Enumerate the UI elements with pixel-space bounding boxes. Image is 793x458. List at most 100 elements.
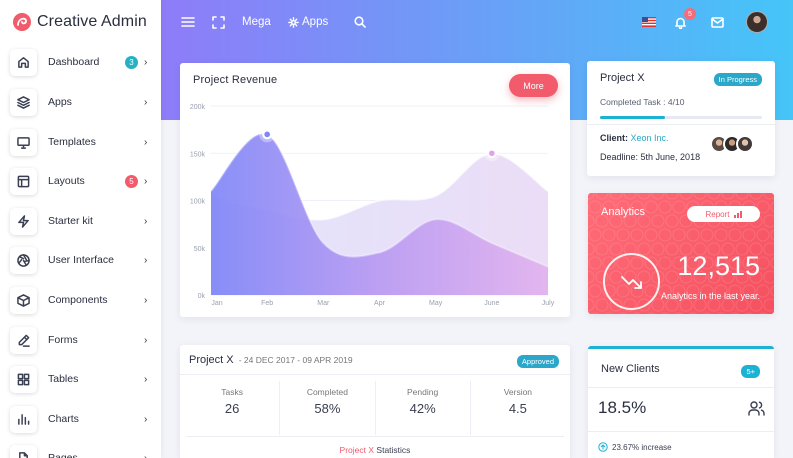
search-button[interactable] [354,0,366,44]
sidebar-item-apps[interactable]: Apps › [10,88,152,116]
sidebar-item-user-interface[interactable]: User Interface › [10,246,152,274]
sidebar-item-label: Apps [48,96,72,108]
pattern-ring [688,312,698,314]
stat-label: Pending [407,387,439,397]
pattern-ring [730,312,740,314]
pattern-ring [588,200,602,214]
pattern-ring [590,312,600,314]
x-tick-label: Jan [211,300,222,307]
pattern-ring [770,257,774,269]
file-icon [19,451,28,458]
client-line: Client: Xeon Inc. [600,133,669,143]
fullscreen-button[interactable] [212,0,225,44]
bar-chart-icon [733,210,742,218]
status-badge: In Progress [713,73,762,86]
highlight-point [264,131,270,138]
pattern-ring [665,193,679,200]
pattern-ring [588,284,602,298]
pattern-ring [721,193,735,200]
pattern-ring [588,256,602,270]
stat-label: Completed [306,387,348,397]
chevron-right-icon: › [144,294,148,306]
menu-toggle-button[interactable] [181,0,195,44]
sidebar-item-label: Components [48,294,108,306]
chevron-right-icon: › [144,136,148,148]
pattern-ring [632,312,642,314]
chevron-right-icon: › [144,215,148,227]
sidebar-item-tables[interactable]: Tables › [10,365,152,393]
new-clients-badge: 5+ [741,365,760,378]
stat-value: 58% [314,401,341,416]
x-tick-label: Mar [317,300,330,307]
nav-icon-wrap [10,326,37,354]
avatar[interactable] [736,135,754,153]
sidebar-item-label: Forms [48,334,78,346]
sidebar-item-dashboard[interactable]: Dashboard 3 › [10,48,152,76]
y-tick-label: 0k [198,293,206,300]
notification-badge: 5 [684,8,696,20]
sidebar-item-layouts[interactable]: Layouts 5 › [10,167,152,195]
sidebar-item-charts[interactable]: Charts › [10,405,152,433]
zap-icon [18,214,29,228]
highlight-point [489,150,495,157]
nav-icon-wrap [10,128,37,156]
more-button[interactable]: More [509,74,558,97]
pattern-ring [588,242,595,256]
pattern-ring [707,193,721,200]
brand-logo-icon [13,13,31,31]
trending-down-icon [620,275,642,289]
grid-icon [17,373,30,385]
task-progress-fill [600,116,665,119]
pattern-ring [770,285,774,297]
nav-badge: 3 [125,55,138,69]
nav-icon-wrap [10,405,37,433]
chevron-right-icon: › [144,373,148,385]
nav-icon-wrap [10,444,37,458]
pattern-ring [679,193,693,200]
sidebar-item-pages[interactable]: Pages › [10,444,152,458]
sidebar-item-label: Charts [48,413,79,425]
pattern-ring [658,228,672,242]
sidebar-item-forms[interactable]: Forms › [10,326,152,354]
mega-menu-link[interactable]: Mega [242,0,271,44]
stats-project-name: Project X [189,354,234,366]
divider [587,124,775,125]
sidebar-item-label: Pages [48,452,78,458]
x-tick-label: July [542,300,555,307]
stat-version: Version 4.5 [469,381,565,435]
deadline-text: Deadline: 5th June, 2018 [600,152,701,162]
new-clients-title: New Clients [601,363,660,375]
user-avatar-button[interactable] [746,0,768,44]
stats-title: Project X - 24 DEC 2017 - 09 APR 2019 [189,354,353,366]
stat-value: 42% [409,401,436,416]
nav-icon-wrap [10,365,37,393]
task-progress-bar [600,116,762,119]
report-button[interactable]: Report [687,206,760,222]
pattern-ring [763,270,774,284]
pattern-ring [588,228,602,242]
messages-button[interactable] [711,0,724,44]
sidebar-item-starter-kit[interactable]: Starter kit › [10,207,152,235]
analytics-title: Analytics [601,206,646,218]
pattern-ring [595,298,609,312]
pattern-ring [735,193,749,200]
apps-menu-link[interactable]: Apps [288,0,328,44]
pattern-ring [651,193,665,200]
client-name-link[interactable]: Xeon Inc. [631,133,669,143]
pattern-ring [770,201,774,213]
revenue-area-chart: Jan Feb Mar Apr May June July 0k 50k 100k 150k 200… [190,104,555,307]
sidebar-item-components[interactable]: Components › [10,286,152,314]
pattern-ring [716,312,726,314]
notifications-button[interactable]: 5 [674,0,696,44]
stats-footer: Project X Statistics [180,445,570,455]
stat-pending: Pending 42% [374,381,470,435]
sidebar-item-templates[interactable]: Templates › [10,128,152,156]
stat-label: Tasks [221,387,243,397]
stat-tasks: Tasks 26 [185,381,279,435]
brand[interactable]: Creative Admin [0,0,161,44]
pattern-ring [672,200,686,214]
nav-icon-wrap [10,246,37,274]
language-flag-button[interactable] [642,0,656,44]
pattern-ring [630,228,644,242]
pattern-ring [758,312,768,314]
